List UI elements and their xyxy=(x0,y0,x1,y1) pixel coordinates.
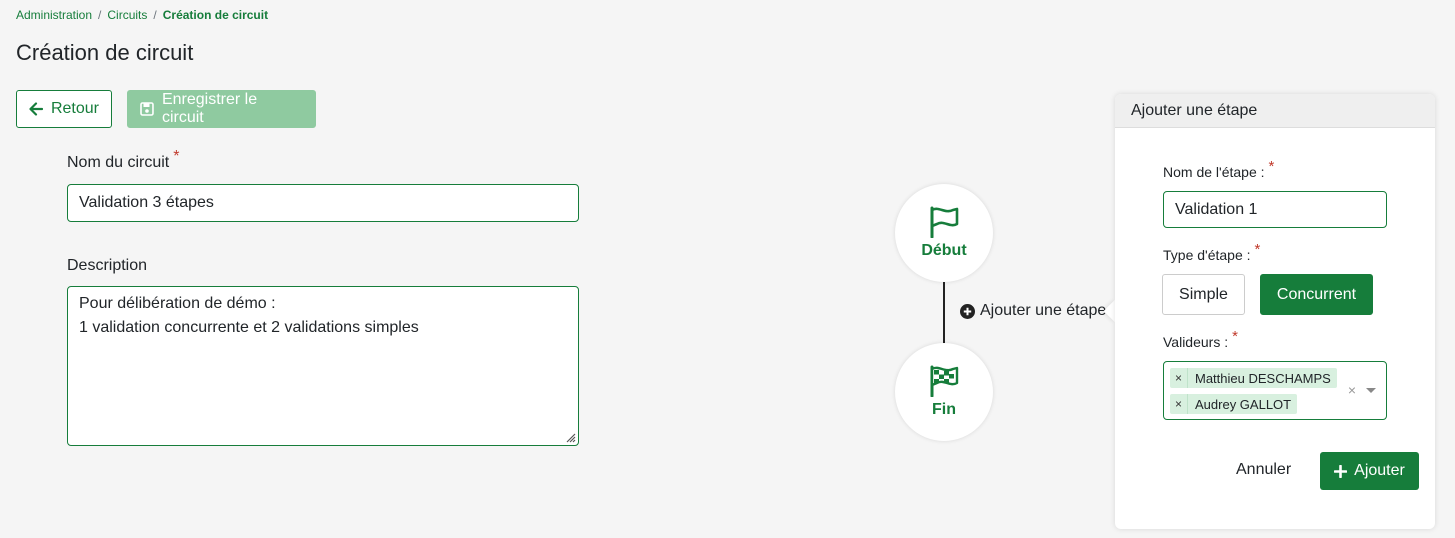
step-type-label: Type d'étape : * xyxy=(1163,241,1260,264)
resize-grip-icon[interactable] xyxy=(564,431,576,443)
required-mark: * xyxy=(173,148,180,165)
remove-tag-icon[interactable]: × xyxy=(1170,368,1188,388)
breadcrumb-current: Création de circuit xyxy=(162,8,269,22)
add-step-link[interactable]: Ajouter une étape xyxy=(960,302,1106,320)
breadcrumb-administration[interactable]: Administration xyxy=(16,8,92,22)
arrow-left-icon xyxy=(29,102,43,116)
add-step-label: Ajouter une étape xyxy=(980,302,1107,319)
type-simple-button[interactable]: Simple xyxy=(1162,274,1245,315)
breadcrumb: Administration / Circuits / Création de … xyxy=(16,8,268,22)
validator-tag-label: Audrey GALLOT xyxy=(1195,396,1292,412)
add-button[interactable]: Ajouter xyxy=(1320,452,1419,490)
back-button[interactable]: Retour xyxy=(16,90,112,128)
step-name-label: Nom de l'étape : * xyxy=(1163,158,1274,181)
chevron-down-icon[interactable] xyxy=(1366,388,1376,393)
circuit-name-label: Nom du circuit * xyxy=(67,148,179,172)
start-node-label: Début xyxy=(921,242,967,259)
flag-icon xyxy=(930,206,959,238)
page-title: Création de circuit xyxy=(16,40,194,65)
description-textarea[interactable]: Pour délibération de démo : 1 validation… xyxy=(67,286,579,446)
add-step-panel: Ajouter une étape Nom de l'étape : * Vali… xyxy=(1115,94,1435,529)
validator-tag: × Matthieu DESCHAMPS xyxy=(1170,368,1337,388)
circuit-connector xyxy=(943,282,945,344)
breadcrumb-circuits[interactable]: Circuits xyxy=(107,8,147,22)
description-label: Description xyxy=(67,257,148,274)
description-line: Pour délibération de démo : xyxy=(79,295,276,312)
validator-tag: × Audrey GALLOT xyxy=(1170,394,1298,414)
start-node[interactable]: Début xyxy=(895,184,993,282)
back-button-label: Retour xyxy=(50,100,99,117)
save-circuit-button[interactable]: Enregistrer le circuit xyxy=(127,90,316,128)
checkered-flag-icon xyxy=(930,365,959,397)
type-concurrent-button[interactable]: Concurrent xyxy=(1260,274,1373,315)
circuit-name-input[interactable]: Validation 3 étapes xyxy=(67,184,579,222)
validator-tag-label: Matthieu DESCHAMPS xyxy=(1195,370,1331,386)
floppy-disk-icon xyxy=(140,102,154,116)
circuit-name-label-text: Nom du circuit xyxy=(67,154,170,171)
save-circuit-label: Enregistrer le circuit xyxy=(161,91,258,126)
required-mark: * xyxy=(1268,158,1275,175)
step-name-input[interactable]: Validation 1 xyxy=(1163,191,1387,228)
validators-multiselect[interactable]: × Matthieu DESCHAMPS × Audrey GALLOT × xyxy=(1163,361,1387,420)
step-name-label-text: Nom de l'étape : xyxy=(1163,164,1265,180)
required-mark: * xyxy=(1254,241,1261,258)
circuit-name-value: Validation 3 étapes xyxy=(79,194,214,211)
cancel-button[interactable]: Annuler xyxy=(1236,461,1291,479)
breadcrumb-separator: / xyxy=(98,8,102,22)
step-type-label-text: Type d'étape : xyxy=(1163,247,1251,263)
panel-title: Ajouter une étape xyxy=(1115,94,1435,128)
required-mark: * xyxy=(1232,328,1238,345)
step-name-value: Validation 1 xyxy=(1175,200,1258,218)
description-line: 1 validation concurrente et 2 validation… xyxy=(79,319,419,336)
plus-icon xyxy=(1334,464,1348,478)
breadcrumb-separator: / xyxy=(153,8,157,22)
remove-tag-icon[interactable]: × xyxy=(1170,394,1188,414)
clear-all-icon[interactable]: × xyxy=(1348,382,1356,398)
plus-circle-icon xyxy=(960,303,975,319)
end-node[interactable]: Fin xyxy=(895,343,993,441)
end-node-label: Fin xyxy=(932,401,956,418)
validators-label: Valideurs : * xyxy=(1163,328,1238,351)
add-button-label: Ajouter xyxy=(1354,462,1405,479)
validators-label-text: Valideurs : xyxy=(1163,334,1229,350)
